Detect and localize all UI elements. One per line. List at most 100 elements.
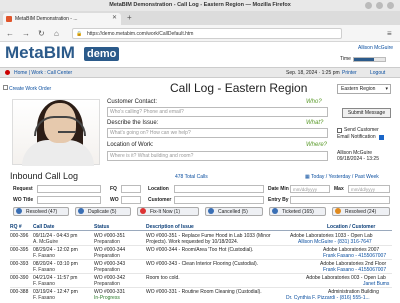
date-max-input[interactable]: mm/dd/yyyy [348,185,390,193]
status-label: Ticketed [282,209,301,215]
date-min-label: Date Min [268,186,289,192]
breadcrumb-work[interactable]: Work [31,70,43,76]
window-title: MetaBIM Demonstration - Call Log - Easte… [0,0,400,11]
create-work-order-link[interactable]: Create Work Order [9,86,51,92]
minimize-button[interactable] [365,2,372,9]
calendar-icon: ▦ [305,174,310,180]
reload-icon[interactable]: ↻ [38,29,45,38]
request-input[interactable] [37,185,101,193]
row-status-sub: In-Progress [94,295,120,301]
row-divider [10,259,392,260]
wo-title-label: WO Title [13,197,34,203]
ticket-icon [272,208,278,214]
location-input[interactable]: Where is it? What building and room? [107,151,328,161]
row-by: F. Fasano [33,295,55,301]
breadcrumb: Home | Work : Call Center [14,70,73,76]
request-label: Request [13,186,33,192]
row-rq[interactable]: 000-395 [10,247,28,253]
today-link[interactable]: Today [311,174,324,180]
chevron-down-icon: ▾ [385,86,388,92]
menu-icon[interactable]: ≡ [387,29,392,38]
maximize-button[interactable] [376,2,383,9]
status-label: Resolved [26,209,47,215]
row-divider [10,245,392,246]
status-label: Duplicate [88,209,109,215]
favicon-icon [6,16,12,22]
cancel-icon [208,208,214,214]
row-desc: WO #000-344 - Room/Area 'Too Hot (Custod… [146,247,254,253]
entry-by-input[interactable] [290,196,390,204]
wrench-icon [140,208,146,214]
contact-input[interactable]: Who's calling? Phone and email? [107,107,328,117]
page-title: Call Log - Eastern Region [170,81,308,95]
inbound-title: Inbound Call Log [10,171,79,181]
wo-title-input[interactable] [37,196,101,204]
customer-input[interactable] [174,196,264,204]
copy-icon [78,208,84,214]
fq-label: FQ [110,186,117,192]
row-customer[interactable]: Dr. Cynthia F. Pizzardi - (816) 555-1... [286,295,370,301]
status-count: (1) [173,209,181,215]
row-rq[interactable]: 000-390 [10,275,28,281]
browser-tab[interactable]: MetaBIM Demonstration - ... [3,13,121,25]
row-divider [10,273,392,274]
email-notification-label: Email Notification [337,134,376,140]
row-rq[interactable]: 000-393 [10,261,28,267]
breadcrumb-home[interactable]: Home [14,70,27,76]
row-desc: Room too cold. [146,275,180,281]
row-desc: WO #000-343 - Clean Interior Flooring (C… [146,261,258,267]
date-links: ▦ Today / Yesterday / Past Week [305,174,379,180]
wo-input[interactable] [121,196,141,204]
total-calls: 478 Total Calls [175,174,208,180]
location-filter-label: Location [148,186,169,192]
close-window-button[interactable] [387,2,394,9]
url-bar[interactable]: https://demo.metabim.com/work/CallDefaul… [72,28,342,39]
issue-label: Describe the Issue: [107,120,159,126]
issue-hint: What? [306,120,324,126]
home-icon[interactable]: ⌂ [54,29,59,38]
timer-label: Time [340,56,351,62]
status-label: Cancelled [218,209,241,215]
submit-message-button[interactable]: Submit Message [342,108,391,118]
create-icon [3,85,8,90]
printer-link[interactable]: Printer [342,68,357,78]
header-divider [10,230,392,231]
assignee-time: 09/18/2024 - 13:25 [337,156,379,162]
issue-input[interactable]: What's going on? How can we help? [107,128,328,138]
close-tab-icon[interactable]: ✕ [112,14,117,21]
back-icon[interactable]: ← [6,29,14,38]
past-week-link[interactable]: Past Week [355,174,379,180]
phone-icon [16,208,22,214]
max-label: Max [334,186,344,192]
status-fix-it-now-button[interactable]: Fix-It Now (1) [137,207,199,216]
microphone-icon [58,131,76,133]
send-customer-checkbox[interactable] [337,128,342,133]
date-min-input[interactable]: mm/dd/yyyy [290,185,330,193]
row-rq[interactable]: 000-396 [10,233,28,239]
logo-badge: demo [84,47,120,61]
fq-input[interactable] [121,185,141,193]
row-divider [10,287,392,288]
status-count: (5) [110,209,117,215]
row-desc: WO #000-331 - Routine Room Cleaning (Cus… [146,289,262,295]
region-select[interactable]: Eastern Region ▾ [337,84,391,94]
row-rq[interactable]: 000-388 [10,289,28,295]
wo-label: WO [110,197,119,203]
status-count: (24) [367,209,377,215]
logout-link[interactable]: Logout [370,68,385,78]
new-tab-icon[interactable]: + [127,13,132,22]
app-logo[interactable]: MetaBIM [5,43,75,63]
email-notification-checkbox[interactable] [379,135,384,140]
lock-icon: 🔒 [76,31,83,37]
status-count: (47) [48,209,58,215]
status-label: Fix-It Now [150,209,173,215]
forward-icon[interactable]: → [22,29,30,38]
entry-by-label: Entry By [268,197,289,203]
timer-fill [354,58,374,61]
breadcrumb-current[interactable]: Call Center [47,70,72,76]
yesterday-link[interactable]: Yesterday [328,174,350,180]
location-label: Location of Work: [107,142,154,148]
send-customer-label: Send Customer [344,127,379,133]
user-link[interactable]: Allison McGuire [358,45,393,51]
location-filter-input[interactable] [174,185,264,193]
